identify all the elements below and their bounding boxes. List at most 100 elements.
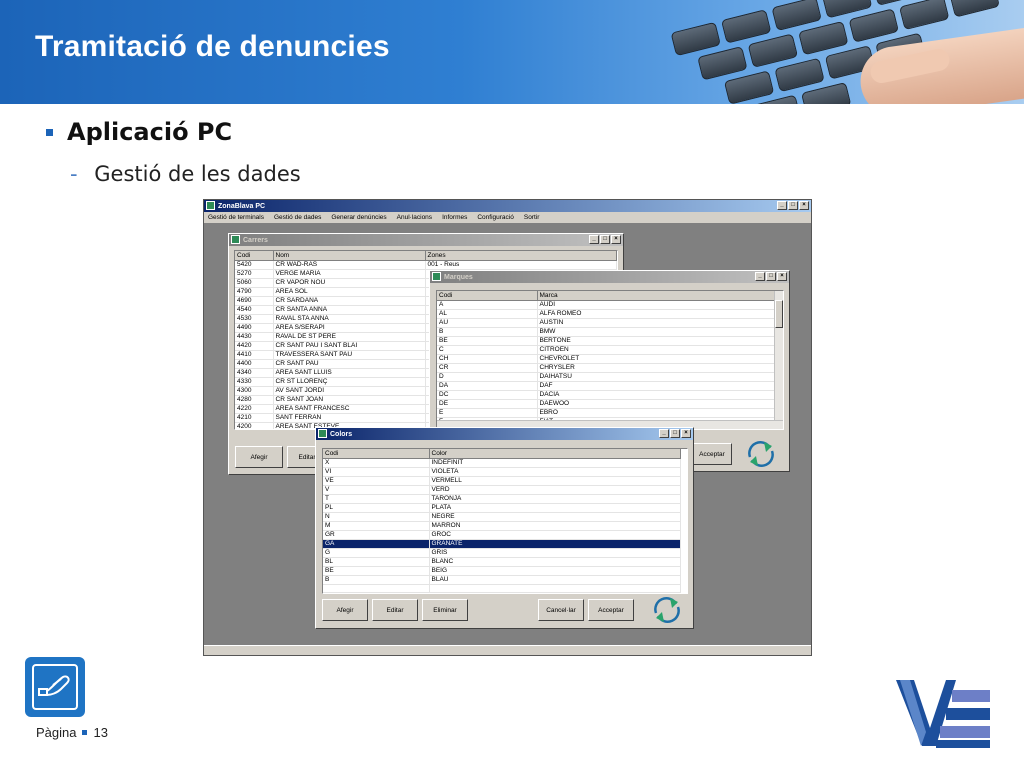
table-cell: 4430 xyxy=(235,332,274,342)
close-icon[interactable]: × xyxy=(611,235,621,244)
table-cell: A xyxy=(437,300,538,310)
table-row[interactable]: CR CHRYSLER xyxy=(437,363,775,373)
col-codi[interactable]: Codi xyxy=(323,449,430,459)
table-row[interactable]: X INDEFINIT xyxy=(323,458,681,468)
maximize-icon[interactable]: □ xyxy=(600,235,610,244)
marques-title: Marques xyxy=(444,273,473,281)
acceptar-button[interactable]: Acceptar xyxy=(692,443,732,465)
col-marca[interactable]: Marca xyxy=(537,291,775,301)
table-row[interactable]: M MARRON xyxy=(323,521,681,531)
eliminar-button[interactable]: Eliminar xyxy=(422,599,468,621)
refresh-icon[interactable] xyxy=(650,595,684,625)
table-row[interactable]: DA DAF xyxy=(437,381,775,391)
maximize-icon[interactable]: □ xyxy=(670,429,680,438)
table-row[interactable]: BL BLANC xyxy=(323,557,681,567)
table-row[interactable]: DE DAEWOO xyxy=(437,399,775,409)
table-cell: C xyxy=(437,345,538,355)
table-cell: RAVAL DE ST PERE xyxy=(273,332,426,342)
menu-dades[interactable]: Gestió de dades xyxy=(274,214,321,221)
colors-title: Colors xyxy=(330,430,353,438)
table-cell: 4400 xyxy=(235,359,274,369)
table-row[interactable] xyxy=(323,592,681,593)
table-row[interactable]: N NEGRE xyxy=(323,512,681,522)
table-row[interactable]: CH CHEVROLET xyxy=(437,354,775,364)
table-row[interactable]: G GRIS xyxy=(323,548,681,558)
editar-button[interactable]: Editar xyxy=(372,599,418,621)
carrers-title: Carrers xyxy=(243,236,268,244)
menu-sortir[interactable]: Sortir xyxy=(524,214,540,221)
menu-anulacions[interactable]: Anul·lacions xyxy=(397,214,432,221)
table-cell: AV SANT JORDI xyxy=(273,386,426,396)
table-row[interactable]: V VERD xyxy=(323,485,681,495)
table-row[interactable]: PL PLATA xyxy=(323,503,681,513)
table-cell: AREA SANT LLUIS xyxy=(273,368,426,378)
table-cell: N xyxy=(323,512,430,522)
table-cell: VERD xyxy=(429,485,681,495)
refresh-icon[interactable] xyxy=(744,439,778,469)
table-row[interactable]: 5420 CR WAD-RAS 001 - Reus xyxy=(235,260,617,270)
afegir-button[interactable]: Afegir xyxy=(322,599,368,621)
table-row[interactable]: VI VIOLETA xyxy=(323,467,681,477)
col-codi[interactable]: Codi xyxy=(235,251,274,261)
minimize-icon[interactable]: _ xyxy=(659,429,669,438)
table-cell: DC xyxy=(437,390,538,400)
table-cell: DACIA xyxy=(537,390,775,400)
close-icon[interactable]: × xyxy=(799,201,809,210)
table-row[interactable]: BE BEIG xyxy=(323,566,681,576)
table-row[interactable]: E EBRO xyxy=(437,408,775,418)
table-cell: BE xyxy=(323,566,430,576)
window-colors: Colors _ □ × Codi Color X INDEFINIT VI VIOL… xyxy=(315,427,694,629)
app-title: ZonaBlava PC xyxy=(218,202,266,210)
app-screenshot: ZonaBlava PC _ □ × Gestió de terminals G… xyxy=(203,199,812,656)
afegir-button[interactable]: Afegir xyxy=(235,446,283,468)
table-cell: SANT FERRAN xyxy=(273,413,426,423)
maximize-icon[interactable]: □ xyxy=(766,272,776,281)
marques-grid[interactable]: Codi Marca A AUDI AL ALFA ROMEO AU AUSTIN B BMW… xyxy=(436,290,784,430)
table-row[interactable] xyxy=(323,584,681,593)
table-row[interactable]: B BMW xyxy=(437,327,775,337)
dash-bullet-icon: - xyxy=(70,162,78,186)
table-row[interactable]: AU AUSTIN xyxy=(437,318,775,328)
menu-denuncies[interactable]: Generar denúncies xyxy=(331,214,386,221)
table-cell: 4540 xyxy=(235,305,274,315)
table-cell: 4280 xyxy=(235,395,274,405)
minimize-icon[interactable]: _ xyxy=(755,272,765,281)
marques-vertical-scrollbar[interactable] xyxy=(774,291,783,429)
table-row[interactable]: GR GROC xyxy=(323,530,681,540)
table-row[interactable]: DC DACIA xyxy=(437,390,775,400)
cancel-button[interactable]: Cancel·lar xyxy=(538,599,584,621)
maximize-icon[interactable]: □ xyxy=(788,201,798,210)
table-row[interactable]: AL ALFA ROMEO xyxy=(437,309,775,319)
table-cell: CITROEN xyxy=(537,345,775,355)
table-cell: VIOLETA xyxy=(429,467,681,477)
window-icon xyxy=(432,272,441,281)
close-icon[interactable]: × xyxy=(777,272,787,281)
table-row[interactable]: BE BERTONE xyxy=(437,336,775,346)
col-codi[interactable]: Codi xyxy=(437,291,538,301)
menu-configuracio[interactable]: Configuració xyxy=(477,214,514,221)
menu-terminals[interactable]: Gestió de terminals xyxy=(208,214,264,221)
table-cell: TARONJA xyxy=(429,494,681,504)
table-row[interactable]: GA GRANATE xyxy=(323,539,681,549)
table-cell: T xyxy=(323,494,430,504)
colors-grid[interactable]: Codi Color X INDEFINIT VI VIOLETA VE VERMELL V… xyxy=(322,448,688,594)
table-cell: CR ST LLORENÇ xyxy=(273,377,426,387)
table-cell: ALFA ROMEO xyxy=(537,309,775,319)
col-zones[interactable]: Zones xyxy=(425,251,617,261)
table-row[interactable]: T TARONJA xyxy=(323,494,681,504)
table-cell: VERMELL xyxy=(429,476,681,486)
close-icon[interactable]: × xyxy=(681,429,691,438)
table-row[interactable]: B BLAU xyxy=(323,575,681,585)
col-color[interactable]: Color xyxy=(429,449,681,459)
col-nom[interactable]: Nom xyxy=(273,251,426,261)
acceptar-button[interactable]: Acceptar xyxy=(588,599,634,621)
table-cell: CHRYSLER xyxy=(537,363,775,373)
minimize-icon[interactable]: _ xyxy=(777,201,787,210)
table-row[interactable]: A AUDI xyxy=(437,300,775,310)
table-row[interactable]: VE VERMELL xyxy=(323,476,681,486)
table-row[interactable]: D DAIHATSU xyxy=(437,372,775,382)
table-row[interactable]: C CITROEN xyxy=(437,345,775,355)
minimize-icon[interactable]: _ xyxy=(589,235,599,244)
menu-informes[interactable]: Informes xyxy=(442,214,467,221)
table-cell: BE xyxy=(437,336,538,346)
